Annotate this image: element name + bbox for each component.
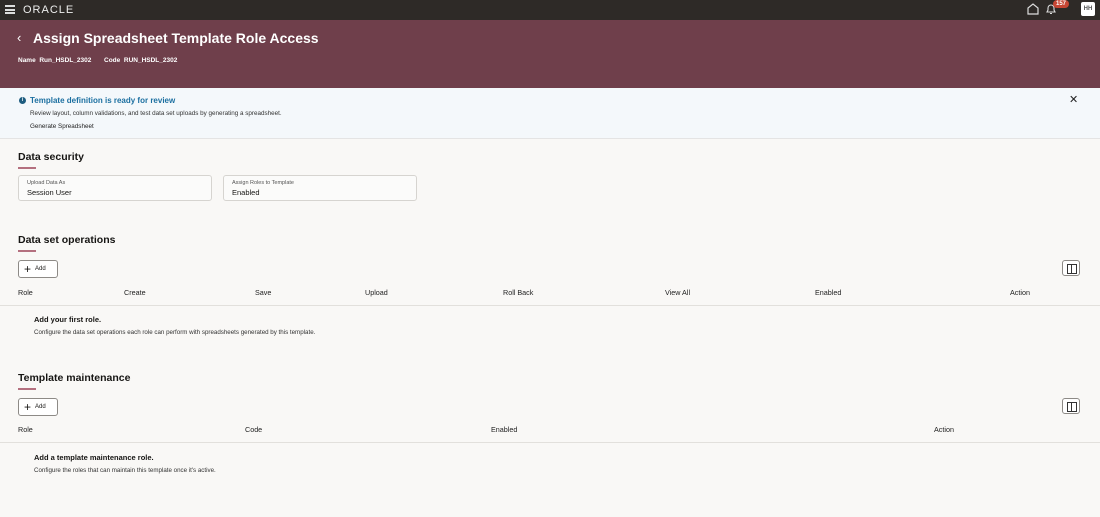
info-icon: i xyxy=(19,97,26,104)
name-value: Run_HSDL_2302 xyxy=(39,57,92,64)
field-label: Upload Data As xyxy=(27,180,66,186)
name-field: Name Run_HSDL_2302 xyxy=(18,57,91,64)
col-save[interactable]: Save xyxy=(255,288,271,297)
home-icon[interactable] xyxy=(1027,3,1039,15)
col-roll-back[interactable]: Roll Back xyxy=(503,288,533,297)
add-maintenance-role-button[interactable]: + Add xyxy=(18,398,58,416)
data-security-heading: Data security xyxy=(18,151,84,163)
empty-title: Add your first role. xyxy=(34,315,102,324)
template-maintenance-heading: Template maintenance xyxy=(18,372,131,384)
col-enabled[interactable]: Enabled xyxy=(491,425,517,434)
info-description: Review layout, column validations, and t… xyxy=(30,110,282,117)
col-enabled[interactable]: Enabled xyxy=(815,288,841,297)
col-action[interactable]: Action xyxy=(1010,288,1030,297)
field-label: Assign Roles to Template xyxy=(232,180,294,186)
code-value: RUN_HSDL_2302 xyxy=(123,57,178,64)
menu-icon[interactable] xyxy=(5,5,15,14)
add-label: Add xyxy=(35,266,46,272)
code-field: Code RUN_HSDL_2302 xyxy=(104,57,177,64)
empty-description: Configure the data set operations each r… xyxy=(34,329,316,336)
add-role-button[interactable]: + Add xyxy=(18,260,58,278)
columns-icon[interactable] xyxy=(1062,398,1080,414)
add-label: Add xyxy=(35,404,46,410)
upload-data-as-field: Upload Data As Session User xyxy=(18,175,212,201)
field-value: Enabled xyxy=(232,188,260,197)
col-view-all[interactable]: View All xyxy=(665,288,690,297)
generate-spreadsheet-link[interactable]: Generate Spreadsheet xyxy=(30,123,94,130)
col-create[interactable]: Create xyxy=(124,288,146,297)
info-title: Template definition is ready for review xyxy=(30,96,176,105)
plus-icon: + xyxy=(24,262,32,276)
col-action[interactable]: Action xyxy=(934,425,954,434)
field-value: Session User xyxy=(27,188,72,197)
code-label: Code xyxy=(104,57,121,64)
top-bar: ORACLE 157 HH xyxy=(0,0,1100,20)
oracle-logo[interactable]: ORACLE xyxy=(23,4,74,16)
heading-underline xyxy=(18,167,36,169)
page-title: Assign Spreadsheet Template Role Access xyxy=(33,30,319,46)
columns-icon[interactable] xyxy=(1062,260,1080,276)
plus-icon: + xyxy=(24,400,32,414)
empty-description: Configure the roles that can maintain th… xyxy=(34,467,216,474)
divider xyxy=(0,305,1100,306)
name-label: Name xyxy=(18,57,36,64)
empty-title: Add a template maintenance role. xyxy=(34,453,154,462)
col-role[interactable]: Role xyxy=(18,425,33,434)
heading-underline xyxy=(18,388,36,390)
col-role[interactable]: Role xyxy=(18,288,33,297)
notification-badge: 157 xyxy=(1053,0,1070,8)
divider xyxy=(0,442,1100,443)
data-set-operations-heading: Data set operations xyxy=(18,234,116,246)
back-button[interactable]: ‹ xyxy=(17,30,21,45)
heading-underline xyxy=(18,250,36,252)
col-upload[interactable]: Upload xyxy=(365,288,388,297)
avatar[interactable]: HH xyxy=(1081,2,1095,16)
assign-roles-field: Assign Roles to Template Enabled xyxy=(223,175,417,201)
close-icon[interactable]: ✕ xyxy=(1069,93,1078,106)
col-code[interactable]: Code xyxy=(245,425,262,434)
